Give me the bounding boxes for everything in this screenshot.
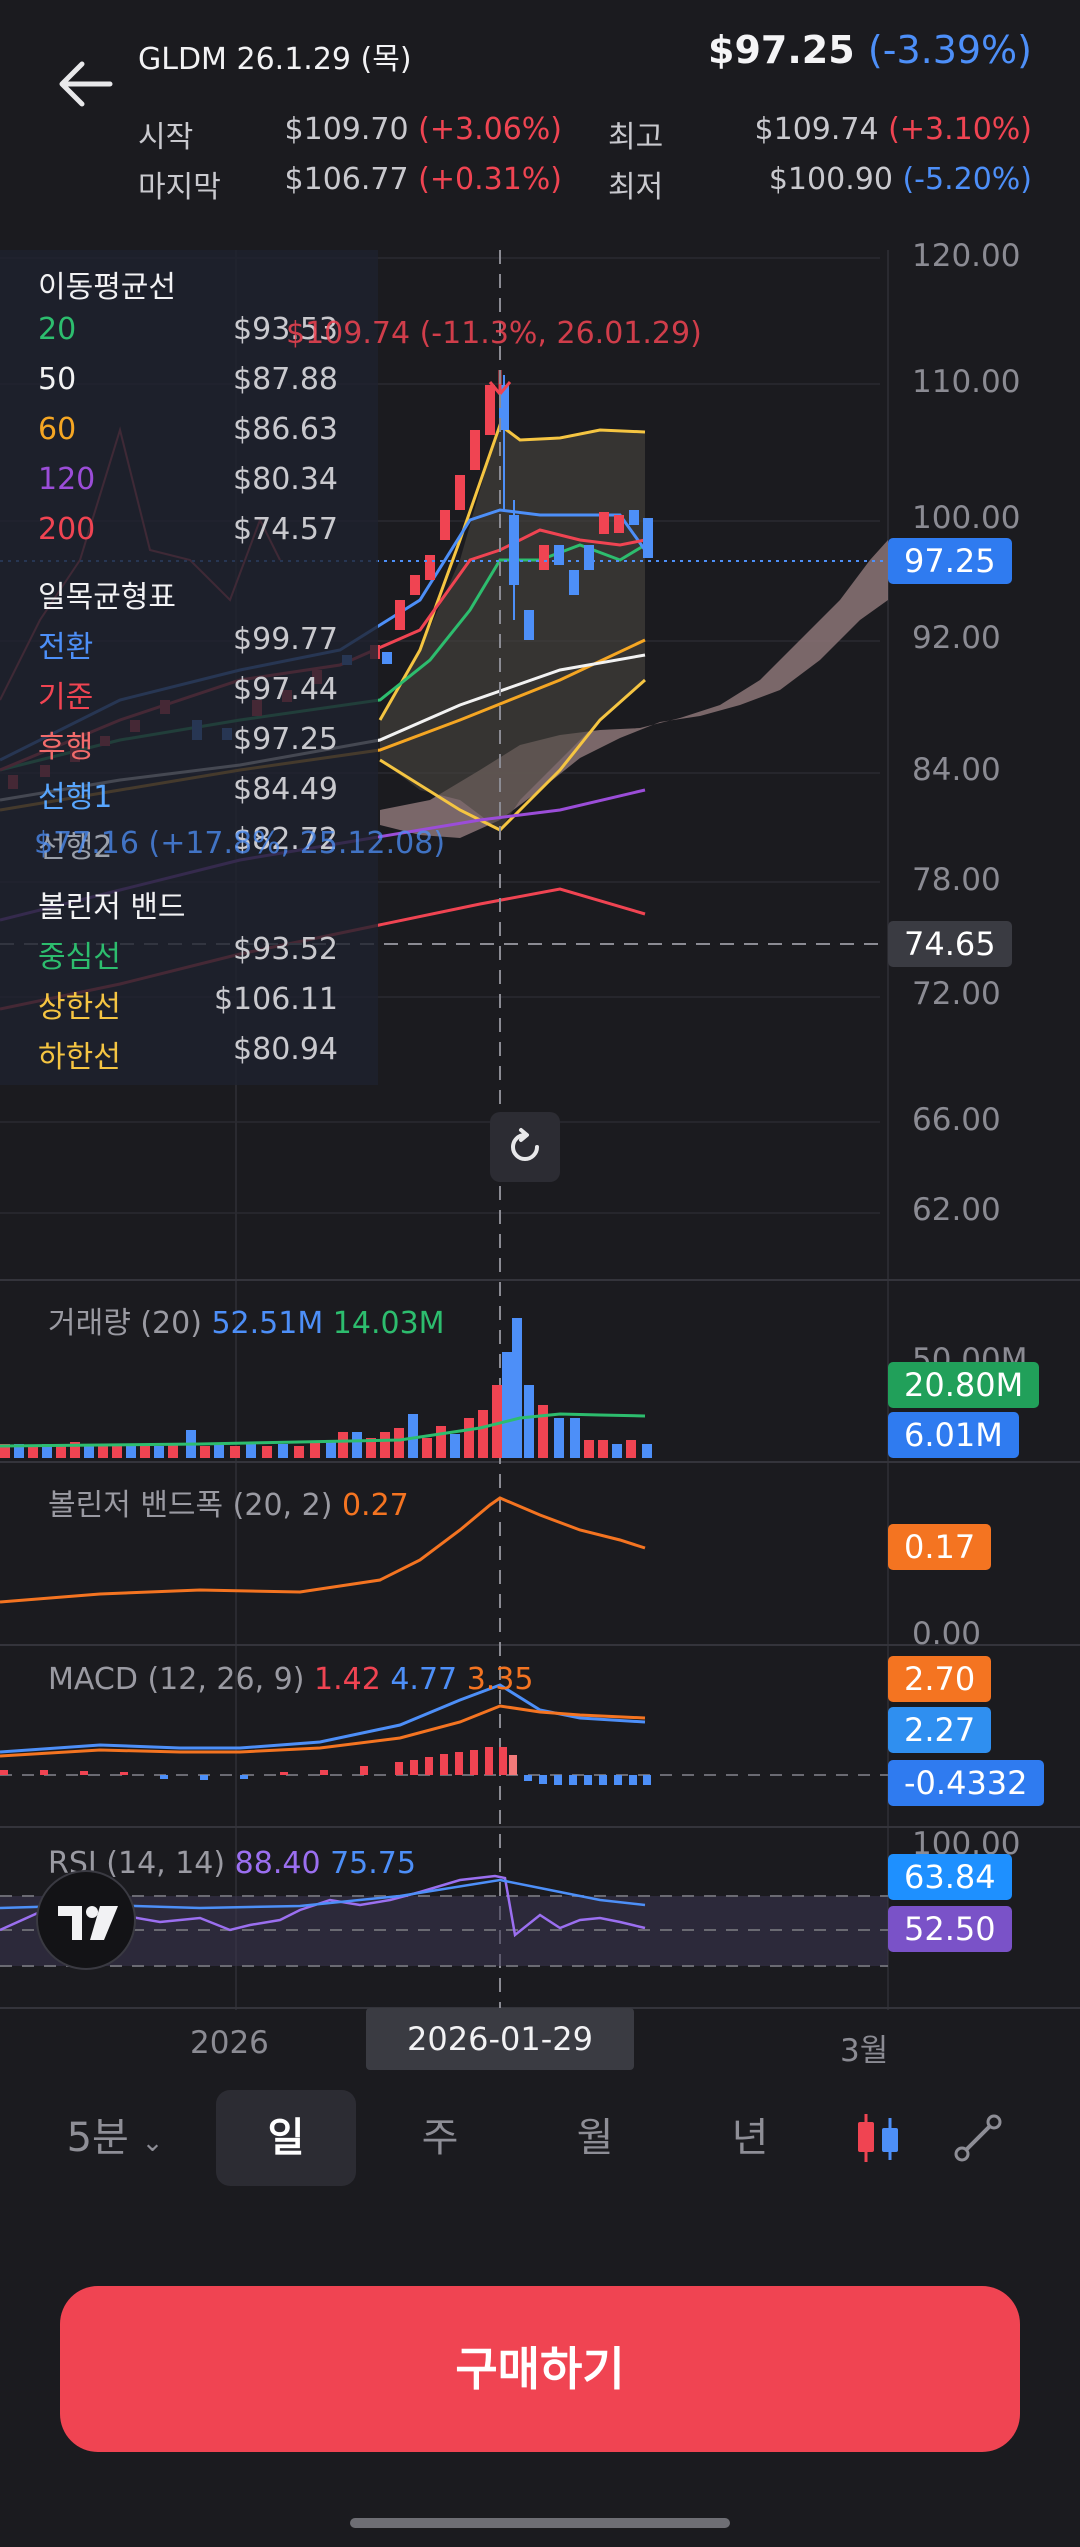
current-price: $97.25 (-3.39%) [708, 28, 1032, 72]
low-annotation: $77.16 (+17.8%, 25.12.08) [34, 826, 446, 861]
leading1-label: 선행1 [38, 780, 113, 815]
bbw-axis-tick: 0.00 [912, 1616, 982, 1652]
refresh-icon [511, 1128, 539, 1161]
lagging-label: 후행 [38, 730, 94, 765]
tab-month[interactable]: 월 [535, 2090, 655, 2186]
price-axis-tick: 120.00 [912, 238, 1021, 274]
volume-ma-tag: 20.80M [888, 1362, 1040, 1408]
high-annotation: $109.74 (-11.3%, 26.01.29) [286, 316, 702, 351]
ma-120-value: $80.34 [233, 462, 338, 497]
price-axis-tick: 92.00 [912, 620, 1001, 656]
macd-signal-line [0, 1704, 646, 1758]
price-axis-tick: 110.00 [912, 364, 1021, 400]
price-axis-tick: 84.00 [912, 752, 1001, 788]
ichimoku-title: 일목균형표 [38, 580, 176, 615]
tab-year[interactable]: 년 [690, 2090, 810, 2186]
header: GLDM 26.1.29 (목) $97.25 (-3.39%) 시작 $109… [0, 0, 1080, 250]
volume-ma-line [0, 1412, 646, 1448]
open-label: 시작 [138, 120, 194, 155]
candle-type-button[interactable] [848, 2108, 908, 2168]
bbw-label: 볼린저 밴드폭 (20, 2) 0.27 [48, 1488, 409, 1523]
chevron-down-icon: ⌄ [141, 2128, 164, 2158]
bollinger-band-fill [380, 420, 645, 830]
tab-5min[interactable]: 5분 ⌄ [50, 2090, 180, 2186]
low-value: $100.90 (-5.20%) [768, 162, 1032, 197]
conversion-label: 전환 [38, 630, 94, 665]
high-label: 최고 [608, 120, 664, 155]
bb-upper-label: 상한선 [38, 990, 121, 1025]
tradingview-icon [58, 1906, 118, 1940]
close-label: 마지막 [138, 170, 221, 205]
bb-mid-value: $93.52 [233, 932, 338, 967]
price-axis-tick: 100.00 [912, 500, 1021, 536]
ma-120-label: 120 [38, 462, 96, 497]
tab-day[interactable]: 일 [216, 2090, 356, 2186]
volume-label: 거래량 (20) 52.51M 14.03M [48, 1306, 445, 1341]
lagging-value: $97.25 [233, 722, 338, 757]
high-value: $109.74 (+3.10%) [754, 112, 1032, 147]
ma-60-label: 60 [38, 412, 77, 447]
ma-title: 이동평균선 [38, 270, 176, 305]
price-axis-tick: 72.00 [912, 976, 1001, 1012]
drawing-tool-button[interactable] [948, 2108, 1008, 2168]
line-tool-icon [954, 2114, 1002, 2162]
price-value: $97.25 [708, 28, 855, 72]
bollinger-title: 볼린저 밴드 [38, 890, 186, 925]
home-indicator [350, 2518, 730, 2528]
ma-60-value: $86.63 [233, 412, 338, 447]
reset-zoom-button[interactable] [490, 1112, 560, 1182]
ma-50-value: $87.88 [233, 362, 338, 397]
ma-50-label: 50 [38, 362, 77, 397]
bbw-tag: 0.17 [888, 1524, 992, 1570]
open-value: $109.70 (+3.06%) [284, 112, 562, 147]
macd-signal-tag: 2.70 [888, 1656, 992, 1702]
price-axis-tick: 78.00 [912, 862, 1001, 898]
macd-label: MACD (12, 26, 9) 1.42 4.77 3.35 [48, 1662, 534, 1697]
rsi-tag: 52.50 [888, 1906, 1012, 1952]
bb-mid-label: 중심선 [38, 940, 121, 975]
ma-200-value: $74.57 [233, 512, 338, 547]
bb-lower-label: 하한선 [38, 1040, 121, 1075]
conversion-value: $99.77 [233, 622, 338, 657]
rsi-signal-tag: 63.84 [888, 1854, 1012, 1900]
price-change: (-3.39%) [867, 28, 1032, 72]
crosshair-date-tag: 2026-01-29 [366, 2008, 634, 2070]
macd-histogram [0, 1747, 651, 1785]
time-axis-tick: 3월 [840, 2033, 889, 2069]
buy-button[interactable]: 구매하기 [60, 2286, 1020, 2452]
volume-tag: 6.01M [888, 1412, 1019, 1458]
tab-week[interactable]: 주 [380, 2090, 500, 2186]
low-label: 최저 [608, 170, 664, 205]
current-price-tag: 97.25 [888, 538, 1012, 584]
base-value: $97.44 [233, 672, 338, 707]
tradingview-logo[interactable] [36, 1870, 136, 1970]
macd-hist-tag: -0.4332 [888, 1760, 1044, 1806]
ma-20-label: 20 [38, 312, 77, 347]
bb-upper-value: $106.11 [213, 982, 338, 1017]
macd-tag: 2.27 [888, 1707, 992, 1753]
interval-tabs: 5분 ⌄ 일 주 월 년 [0, 2090, 1080, 2186]
crosshair-price-tag: 74.65 [888, 921, 1012, 967]
leading1-value: $84.49 [233, 772, 338, 807]
base-label: 기준 [38, 680, 94, 715]
close-value: $106.77 (+0.31%) [284, 162, 562, 197]
bb-lower-value: $80.94 [233, 1032, 338, 1067]
candlestick-icon [858, 2114, 898, 2162]
back-arrow-icon[interactable] [52, 52, 116, 116]
price-axis-tick: 66.00 [912, 1102, 1001, 1138]
ticker-title: GLDM 26.1.29 (목) [138, 42, 412, 77]
price-axis-tick: 62.00 [912, 1192, 1001, 1228]
time-axis-tick: 2026 [190, 2025, 269, 2061]
ma-200-label: 200 [38, 512, 96, 547]
